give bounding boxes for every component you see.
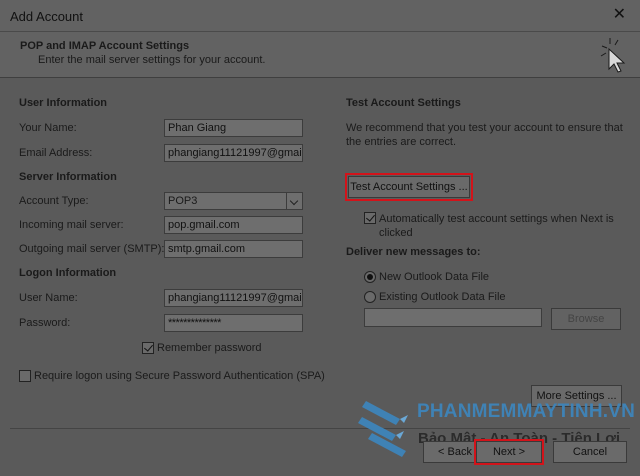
cancel-button[interactable]: Cancel [553, 441, 627, 463]
next-highlight-box [474, 439, 544, 465]
browse-button[interactable]: Browse [551, 308, 621, 330]
chevron-down-icon[interactable] [286, 193, 302, 209]
deliver-heading: Deliver new messages to: [346, 246, 481, 258]
existing-data-file-radio[interactable] [364, 291, 376, 303]
footer-divider [10, 428, 630, 429]
title-bar: Add Account ✕ [0, 0, 640, 32]
account-type-select[interactable]: POP3 [164, 192, 303, 210]
your-name-label: Your Name: [19, 122, 77, 134]
highlight-box [345, 173, 473, 201]
incoming-server-field[interactable]: pop.gmail.com [164, 216, 303, 234]
test-settings-heading: Test Account Settings [346, 97, 461, 109]
server-info-heading: Server Information [19, 171, 117, 183]
watermark-brand: PHANMEMMAYTINH.VN [417, 401, 636, 422]
incoming-server-label: Incoming mail server: [19, 219, 124, 231]
data-file-path-field[interactable] [364, 308, 542, 327]
new-data-file-radio[interactable] [364, 271, 376, 283]
password-field[interactable]: ************** [164, 314, 303, 332]
window-title: Add Account [10, 9, 83, 24]
email-label: Email Address: [19, 147, 93, 159]
user-name-field[interactable]: phangiang11121997@gmail.c [164, 289, 303, 307]
header-subtitle: Enter the mail server settings for your … [38, 54, 266, 66]
auto-test-checkbox[interactable] [364, 212, 376, 224]
outgoing-server-field[interactable]: smtp.gmail.com [164, 240, 303, 258]
wizard-cursor-icon [600, 38, 626, 73]
add-account-dialog: Add Account ✕ POP and IMAP Account Setti… [0, 0, 640, 476]
your-name-field[interactable]: Phan Giang [164, 119, 303, 137]
auto-test-label: Automatically test account settings when… [379, 213, 614, 239]
user-name-label: User Name: [19, 292, 78, 304]
remember-password-label: Remember password [157, 342, 262, 354]
logon-info-heading: Logon Information [19, 267, 117, 279]
outgoing-server-label: Outgoing mail server (SMTP): [19, 243, 165, 255]
account-type-label: Account Type: [19, 195, 89, 207]
email-field[interactable]: phangiang11121997@gmail.c [164, 144, 303, 162]
user-info-heading: User Information [19, 97, 108, 109]
watermark-logo-icon [358, 401, 408, 457]
existing-data-file-label: Existing Outlook Data File [379, 291, 506, 303]
dialog-header: POP and IMAP Account Settings Enter the … [0, 32, 640, 78]
password-label: Password: [19, 317, 71, 329]
header-title: POP and IMAP Account Settings [20, 40, 190, 52]
spa-label: Require logon using Secure Password Auth… [34, 370, 325, 382]
remember-password-checkbox[interactable] [142, 342, 154, 354]
close-icon[interactable]: ✕ [613, 7, 626, 23]
new-data-file-label: New Outlook Data File [379, 271, 490, 283]
account-type-value: POP3 [168, 195, 198, 207]
test-settings-description: We recommend that you test your account … [346, 122, 623, 148]
spa-checkbox[interactable] [19, 370, 31, 382]
